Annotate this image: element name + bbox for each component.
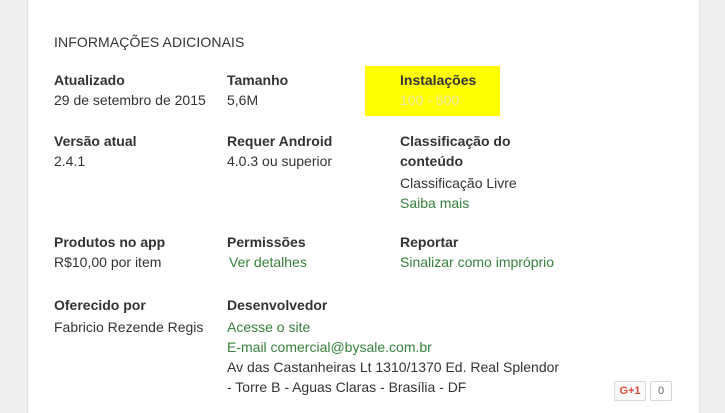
installs-value: 100 - 500 bbox=[400, 92, 460, 108]
gplus-count: 0 bbox=[650, 381, 672, 401]
size-block: Tamanho 5,6M bbox=[227, 70, 288, 110]
installs-block: Instalações 100 - 500 bbox=[400, 70, 476, 110]
report-block: Reportar Sinalizar como impróprio bbox=[400, 232, 554, 272]
content-rating-label-1: Classificação do bbox=[400, 133, 511, 149]
in-app-products-block: Produtos no app R$10,00 por item bbox=[54, 232, 165, 272]
content-rating-block: Classificação do conteúdo Classificação … bbox=[400, 131, 517, 213]
flag-inappropriate-link[interactable]: Sinalizar como impróprio bbox=[400, 252, 554, 272]
offered-by-block: Oferecido por Fabricio Rezende Regis bbox=[54, 295, 203, 337]
content-rating-label-2: conteúdo bbox=[400, 153, 463, 169]
developer-label: Desenvolvedor bbox=[227, 297, 328, 313]
requires-android-block: Requer Android 4.0.3 ou superior bbox=[227, 131, 332, 171]
installs-label: Instalações bbox=[400, 72, 477, 88]
developer-email-link[interactable]: E-mail comercial@bysale.com.br bbox=[227, 337, 432, 357]
current-version-label: Versão atual bbox=[54, 133, 137, 149]
gplus-button[interactable]: G+1 bbox=[614, 381, 646, 401]
gplus-widget: G+1 0 bbox=[614, 381, 672, 401]
developer-address-line2: - Torre B - Aguas Claras - Brasília - DF bbox=[227, 379, 467, 395]
requires-android-label: Requer Android bbox=[227, 133, 333, 149]
updated-label: Atualizado bbox=[54, 72, 125, 88]
requires-android-value: 4.0.3 ou superior bbox=[227, 153, 333, 169]
additional-info-card: INFORMAÇÕES ADICIONAIS Atualizado 29 de … bbox=[27, 0, 700, 413]
content-rating-value: Classificação Livre bbox=[400, 175, 517, 191]
size-value: 5,6M bbox=[227, 92, 259, 108]
section-title: INFORMAÇÕES ADICIONAIS bbox=[54, 34, 245, 50]
developer-address-line1: Av das Castanheiras Lt 1310/1370 Ed. Rea… bbox=[227, 359, 560, 375]
in-app-products-label: Produtos no app bbox=[54, 234, 166, 250]
offered-by-label: Oferecido por bbox=[54, 297, 146, 313]
updated-block: Atualizado 29 de setembro de 2015 bbox=[54, 70, 206, 110]
view-details-link[interactable]: Ver detalhes bbox=[229, 252, 307, 272]
current-version-block: Versão atual 2.4.1 bbox=[54, 131, 137, 171]
size-label: Tamanho bbox=[227, 72, 289, 88]
permissions-block: Permissões Ver detalhes bbox=[227, 232, 307, 272]
in-app-products-value: R$10,00 por item bbox=[54, 254, 162, 270]
learn-more-link[interactable]: Saiba mais bbox=[400, 193, 469, 213]
offered-by-value: Fabricio Rezende Regis bbox=[54, 319, 204, 335]
permissions-label: Permissões bbox=[227, 234, 306, 250]
current-version-value: 2.4.1 bbox=[54, 153, 86, 169]
report-label: Reportar bbox=[400, 234, 459, 250]
visit-site-link[interactable]: Acesse o site bbox=[227, 317, 310, 337]
developer-block: Desenvolvedor Acesse o site E-mail comer… bbox=[227, 295, 559, 397]
updated-value: 29 de setembro de 2015 bbox=[54, 92, 206, 108]
